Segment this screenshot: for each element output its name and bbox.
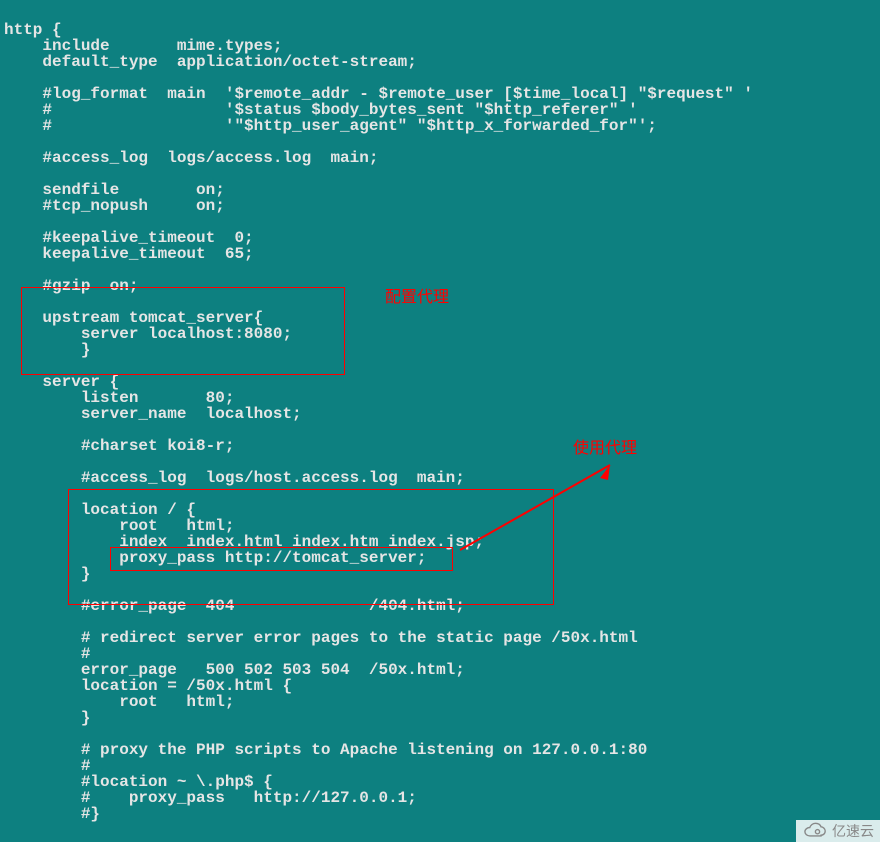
- cloud-icon: [800, 822, 828, 840]
- watermark-text: 亿速云: [832, 824, 874, 838]
- highlight-box-proxypass: [110, 547, 453, 571]
- annotation-config-proxy: 配置代理: [385, 290, 449, 306]
- highlight-box-upstream: [21, 287, 345, 375]
- watermark: 亿速云: [796, 820, 880, 842]
- annotation-use-proxy: 使用代理: [573, 441, 637, 457]
- nginx-config-code: http { include mime.types; default_type …: [4, 6, 753, 822]
